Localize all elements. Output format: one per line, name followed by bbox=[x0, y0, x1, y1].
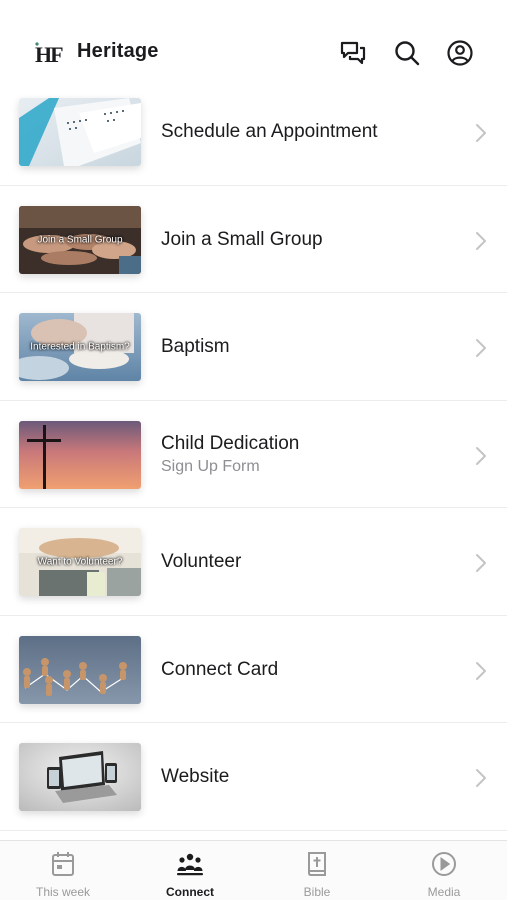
list-item-schedule-appointment[interactable]: Schedule an Appointment bbox=[0, 78, 507, 186]
list-item-text: Join a Small Group bbox=[161, 229, 323, 251]
list-item-child-dedication[interactable]: Child Dedication Sign Up Form bbox=[0, 401, 507, 508]
list-item-text: Schedule an Appointment bbox=[161, 121, 378, 143]
chevron-right-icon bbox=[476, 231, 486, 250]
list-item-title: Join a Small Group bbox=[161, 228, 323, 250]
thumb-caption: Join a Small Group bbox=[37, 234, 123, 245]
list-item-small-group[interactable]: Join a Small Group Join a Small Group bbox=[0, 186, 507, 293]
chevron-right-icon bbox=[476, 661, 486, 680]
chevron-right-icon bbox=[476, 124, 486, 142]
tab-bible[interactable]: Bible bbox=[254, 841, 380, 900]
list-item-title: Volunteer bbox=[161, 551, 242, 572]
tab-connect[interactable]: Connect bbox=[127, 841, 253, 900]
list-item-text: Volunteer bbox=[161, 551, 241, 573]
svg-text:HF: HF bbox=[35, 42, 63, 66]
chevron-right-icon bbox=[476, 769, 486, 787]
list-item-text: Website bbox=[161, 766, 229, 788]
tab-media[interactable]: Media bbox=[381, 841, 507, 900]
devices-photo bbox=[19, 743, 141, 811]
tab-label: Media bbox=[427, 885, 461, 899]
calendar-photo bbox=[19, 98, 141, 166]
chevron-right-icon bbox=[476, 554, 486, 572]
list-item-text: Baptism bbox=[161, 336, 230, 358]
bottom-tab-bar: This week Connect Bible Media bbox=[0, 840, 507, 900]
list-item-text: Child Dedication Sign Up Form bbox=[161, 433, 299, 476]
baptism-photo: Interested in Baptism? bbox=[19, 313, 141, 381]
profile-icon[interactable] bbox=[445, 38, 475, 68]
thumb-caption: Want to Volunteer? bbox=[37, 556, 123, 568]
list-item-connect-card[interactable]: Connect Card bbox=[0, 616, 507, 723]
list-item-title: Baptism bbox=[161, 336, 230, 357]
thumb-caption: Interested in Baptism? bbox=[30, 341, 130, 353]
network-figures-photo bbox=[19, 635, 141, 704]
volunteer-photo: Want to Volunteer? bbox=[19, 528, 141, 596]
list-item-title: Child Dedication bbox=[161, 432, 300, 454]
hands-photo: Join a Small Group bbox=[19, 205, 141, 274]
app-title: Heritage bbox=[77, 40, 159, 62]
tab-label: This week bbox=[35, 885, 91, 899]
cross-sunset-photo bbox=[19, 420, 141, 489]
list-item-text: Connect Card bbox=[161, 659, 278, 681]
list-item-website[interactable]: Website bbox=[0, 723, 507, 831]
tab-label: Bible bbox=[303, 885, 331, 899]
list-item-title: Website bbox=[161, 766, 230, 787]
chevron-right-icon bbox=[476, 339, 486, 357]
list-item-volunteer[interactable]: Want to Volunteer? Volunteer bbox=[0, 508, 507, 616]
messages-icon[interactable] bbox=[338, 38, 368, 68]
list-item-title: Connect Card bbox=[161, 658, 279, 680]
search-icon[interactable] bbox=[392, 38, 422, 68]
list-item-title: Schedule an Appointment bbox=[161, 121, 378, 142]
bible-icon bbox=[308, 852, 326, 876]
connect-list: Schedule an Appointment Join a Small Gro… bbox=[0, 78, 507, 831]
people-icon bbox=[177, 853, 203, 876]
play-icon bbox=[432, 852, 456, 876]
tab-label: Connect bbox=[166, 885, 214, 899]
chevron-right-icon bbox=[476, 446, 486, 465]
calendar-icon bbox=[52, 852, 74, 876]
church-logo: HF bbox=[34, 40, 65, 67]
list-item-baptism[interactable]: Interested in Baptism? Baptism bbox=[0, 293, 507, 401]
list-item-subtitle: Sign Up Form bbox=[161, 457, 260, 475]
tab-this-week[interactable]: This week bbox=[0, 841, 126, 900]
